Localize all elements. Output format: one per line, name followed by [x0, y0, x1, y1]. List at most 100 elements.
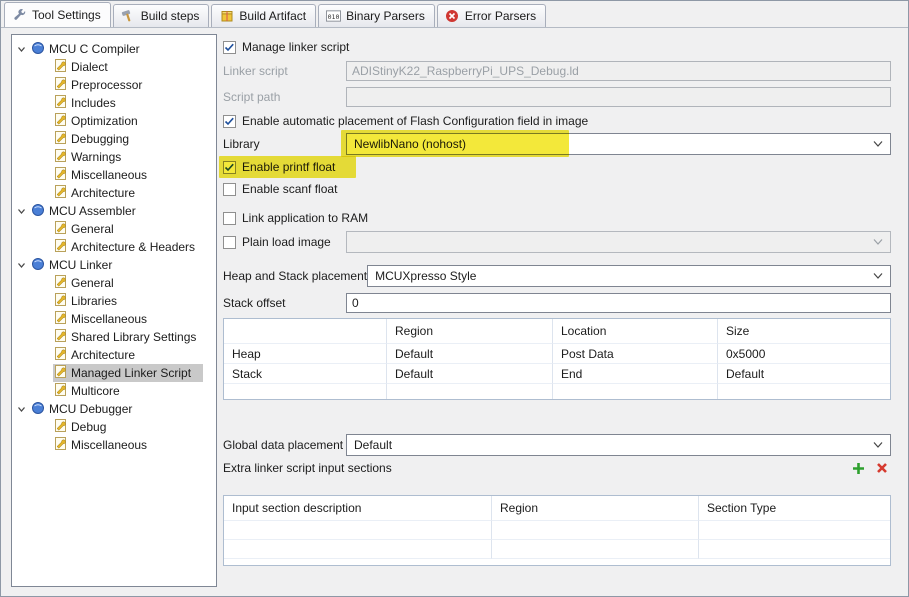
tree-item-multicore[interactable]: Multicore	[12, 382, 216, 400]
flash-config-checkbox[interactable]	[223, 114, 236, 128]
tree-group-mcu-linker[interactable]: MCU Linker	[12, 256, 216, 274]
tree-item-managed-linker-script[interactable]: Managed Linker Script	[12, 364, 216, 382]
table-row-empty	[224, 540, 890, 559]
script-path-label: Script path	[223, 90, 281, 104]
heap-stack-placement-label: Heap and Stack placement	[223, 269, 368, 283]
chevron-down-icon[interactable]	[17, 261, 30, 270]
table-header-cell: Section Type	[699, 496, 890, 521]
dropdown-value: NewlibNano (nohost)	[354, 137, 467, 151]
heap-stack-placement-dropdown[interactable]: MCUXpresso Style	[367, 265, 891, 287]
category-icon	[54, 221, 67, 237]
table-cell[interactable]: 0x5000	[718, 344, 890, 364]
table-row-heap[interactable]: Heap Default Post Data 0x5000	[224, 344, 890, 364]
tree-group-mcu-debugger[interactable]: MCU Debugger	[12, 400, 216, 418]
tab-error-parsers[interactable]: Error Parsers	[436, 4, 547, 27]
tool-icon	[31, 401, 45, 418]
tree-item-includes[interactable]: Includes	[12, 94, 216, 112]
tab-build-steps[interactable]: Build steps	[112, 4, 210, 27]
chevron-down-icon[interactable]	[17, 405, 30, 414]
global-data-placement-dropdown[interactable]: Default	[346, 434, 891, 456]
managed-linker-script-settings: Manage linker script Linker script Scrip…	[219, 34, 899, 566]
tree-item-debug[interactable]: Debug	[12, 418, 216, 436]
category-icon	[54, 311, 67, 327]
add-section-button[interactable]	[849, 460, 867, 476]
stack-offset-field[interactable]	[346, 293, 891, 313]
table-row-stack[interactable]: Stack Default End Default	[224, 364, 890, 384]
plain-load-image-checkbox[interactable]	[223, 235, 236, 249]
tool-icon	[31, 203, 45, 220]
script-path-row: Script path	[223, 87, 891, 107]
chevron-down-icon	[867, 273, 883, 279]
delete-section-button[interactable]	[873, 460, 891, 476]
checkbox-label: Enable printf float	[242, 160, 336, 174]
table-cell: Stack	[224, 364, 387, 384]
manage-linker-script-checkbox[interactable]	[223, 40, 236, 54]
global-data-placement-label: Global data placement	[223, 438, 344, 452]
tree-item-linker-miscellaneous[interactable]: Miscellaneous	[12, 310, 216, 328]
tree-group-label: MCU Debugger	[49, 402, 133, 416]
tree-item-shared-library-settings[interactable]: Shared Library Settings	[12, 328, 216, 346]
tool-icon	[31, 41, 45, 58]
tree-group-label: MCU Assembler	[49, 204, 136, 218]
category-icon	[54, 365, 67, 381]
tree-group-label: MCU C Compiler	[49, 42, 140, 56]
dropdown-value: MCUXpresso Style	[375, 269, 477, 283]
tree-item-warnings[interactable]: Warnings	[12, 148, 216, 166]
table-header-row: Input section description Region Section…	[224, 496, 890, 521]
tree-item-libraries[interactable]: Libraries	[12, 292, 216, 310]
table-cell[interactable]: Default	[387, 364, 553, 384]
tree-item-linker-architecture[interactable]: Architecture	[12, 346, 216, 364]
tab-build-artifact[interactable]: Build Artifact	[211, 4, 317, 27]
table-header-cell	[224, 319, 387, 344]
category-icon	[54, 293, 67, 309]
tree-group-label: MCU Linker	[49, 258, 113, 272]
linker-script-field	[346, 61, 891, 81]
chevron-down-icon[interactable]	[17, 207, 30, 216]
link-to-ram-checkbox[interactable]	[223, 211, 236, 225]
table-row-empty	[224, 384, 890, 399]
wrench-icon	[12, 8, 27, 22]
extra-sections-table: Input section description Region Section…	[223, 495, 891, 566]
scanf-float-checkbox[interactable]	[223, 182, 236, 196]
tree-item-optimization[interactable]: Optimization	[12, 112, 216, 130]
printf-float-checkbox[interactable]	[223, 160, 236, 174]
library-row: Library NewlibNano (nohost)	[223, 130, 891, 157]
tab-label: Binary Parsers	[346, 9, 425, 23]
tab-binary-parsers[interactable]: 010 Binary Parsers	[318, 4, 435, 27]
printf-float-row: Enable printf float	[219, 156, 891, 178]
library-dropdown[interactable]: NewlibNano (nohost)	[346, 133, 891, 155]
tab-label: Build Artifact	[239, 9, 307, 23]
script-path-field	[346, 87, 891, 107]
tree-item-compiler-miscellaneous[interactable]: Miscellaneous	[12, 166, 216, 184]
table-cell[interactable]: Default	[387, 344, 553, 364]
category-icon	[54, 419, 67, 435]
tree-item-debugging[interactable]: Debugging	[12, 130, 216, 148]
chevron-down-icon	[867, 141, 883, 147]
chevron-down-icon	[867, 239, 883, 245]
category-icon	[54, 95, 67, 111]
table-cell[interactable]: Default	[718, 364, 890, 384]
category-icon	[54, 239, 67, 255]
tool-icon	[31, 257, 45, 274]
tab-label: Tool Settings	[32, 8, 101, 22]
tree-item-compiler-architecture[interactable]: Architecture	[12, 184, 216, 202]
tree-item-assembler-general[interactable]: General	[12, 220, 216, 238]
table-cell[interactable]: Post Data	[553, 344, 718, 364]
svg-text:010: 010	[328, 13, 340, 21]
checkbox-label: Enable scanf float	[242, 182, 338, 196]
table-header-cell: Input section description	[224, 496, 492, 521]
tab-tool-settings[interactable]: Tool Settings	[4, 2, 111, 27]
tree-item-debugger-miscellaneous[interactable]: Miscellaneous	[12, 436, 216, 454]
chevron-down-icon[interactable]	[17, 45, 30, 54]
tool-settings-page: Tool Settings Build steps Build Artifact…	[0, 0, 909, 597]
tree-item-linker-general[interactable]: General	[12, 274, 216, 292]
plain-load-image-dropdown	[346, 231, 891, 253]
tree-item-preprocessor[interactable]: Preprocessor	[12, 76, 216, 94]
table-cell[interactable]: End	[553, 364, 718, 384]
tree-item-dialect[interactable]: Dialect	[12, 58, 216, 76]
tree-group-mcu-assembler[interactable]: MCU Assembler	[12, 202, 216, 220]
tree-item-architecture-headers[interactable]: Architecture & Headers	[12, 238, 216, 256]
tree-group-mcu-c-compiler[interactable]: MCU C Compiler	[12, 40, 216, 58]
link-to-ram-row: Link application to RAM	[223, 210, 891, 226]
scanf-float-row: Enable scanf float	[223, 181, 891, 197]
